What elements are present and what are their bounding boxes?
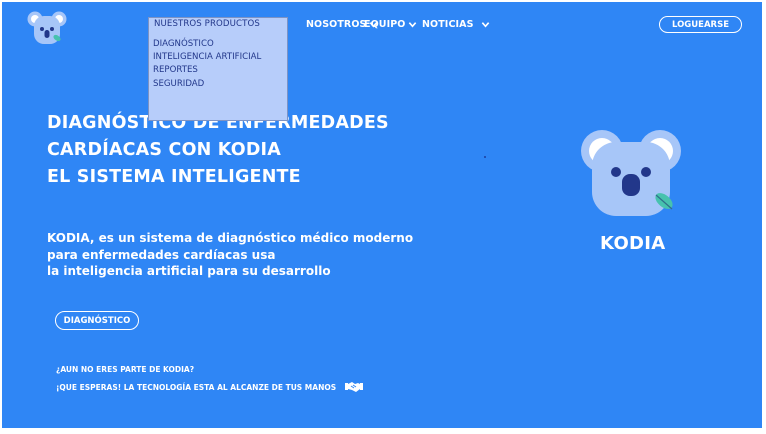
diagnostico-button[interactable]: DIAGNÓSTICO [55, 311, 139, 330]
nav-noticias[interactable]: NOTICIAS [422, 19, 490, 30]
hero-title-line: CARDÍACAS CON KODIA [47, 140, 282, 160]
dropdown-item-inteligencia-artificial[interactable]: INTELIGENCIA ARTIFICIAL [153, 52, 261, 62]
nav-noticias-label: NOTICIAS [422, 19, 474, 30]
dropdown-item-diagnostico[interactable]: DIAGNÓSTICO [153, 39, 214, 49]
dropdown-item-seguridad[interactable]: SEGURIDAD [153, 79, 204, 89]
description-line: la inteligencia artificial para su desar… [47, 264, 331, 278]
join-tagline: ¡QUE ESPERAS! LA TECNOLOGÍA ESTA AL ALCA… [56, 383, 337, 392]
chevron-down-icon [409, 22, 417, 28]
stray-dot [484, 156, 486, 158]
chevron-down-icon [481, 22, 489, 28]
nav-equipo[interactable]: EQUIPO [364, 19, 417, 30]
koala-mascot-icon [581, 130, 681, 216]
hero-title: DIAGNÓSTICO DE ENFERMEDADES CARDÍACAS CO… [47, 110, 389, 191]
nav-nosotros-label: NOSOTROS [306, 19, 367, 30]
hero-title-line: EL SISTEMA INTELIGENTE [47, 167, 301, 187]
brand-name: KODIA [600, 233, 666, 254]
description-line: para enfermedades cardíacas usa [47, 247, 276, 262]
join-question: ¿AUN NO ERES PARTE DE KODIA? [56, 365, 195, 374]
dropdown-item-reportes[interactable]: REPORTES [153, 65, 198, 75]
nav-equipo-label: EQUIPO [364, 19, 406, 30]
dropdown-header[interactable]: NUESTROS PRODUCTOS [154, 19, 260, 29]
handshake-icon[interactable] [345, 380, 363, 393]
koala-logo-icon[interactable] [27, 10, 67, 46]
hero-section: NOSOTROS EQUIPO NOTICIAS LOGUEARSE DIAGN… [2, 2, 762, 428]
login-button[interactable]: LOGUEARSE [659, 16, 742, 33]
hero-description: KODIA, es un sistema de diagnóstico médi… [47, 230, 413, 280]
productos-dropdown-menu: NUESTROS PRODUCTOS DIAGNÓSTICO INTELIGEN… [148, 17, 288, 121]
description-line: KODIA, es un sistema de diagnóstico médi… [47, 231, 414, 245]
